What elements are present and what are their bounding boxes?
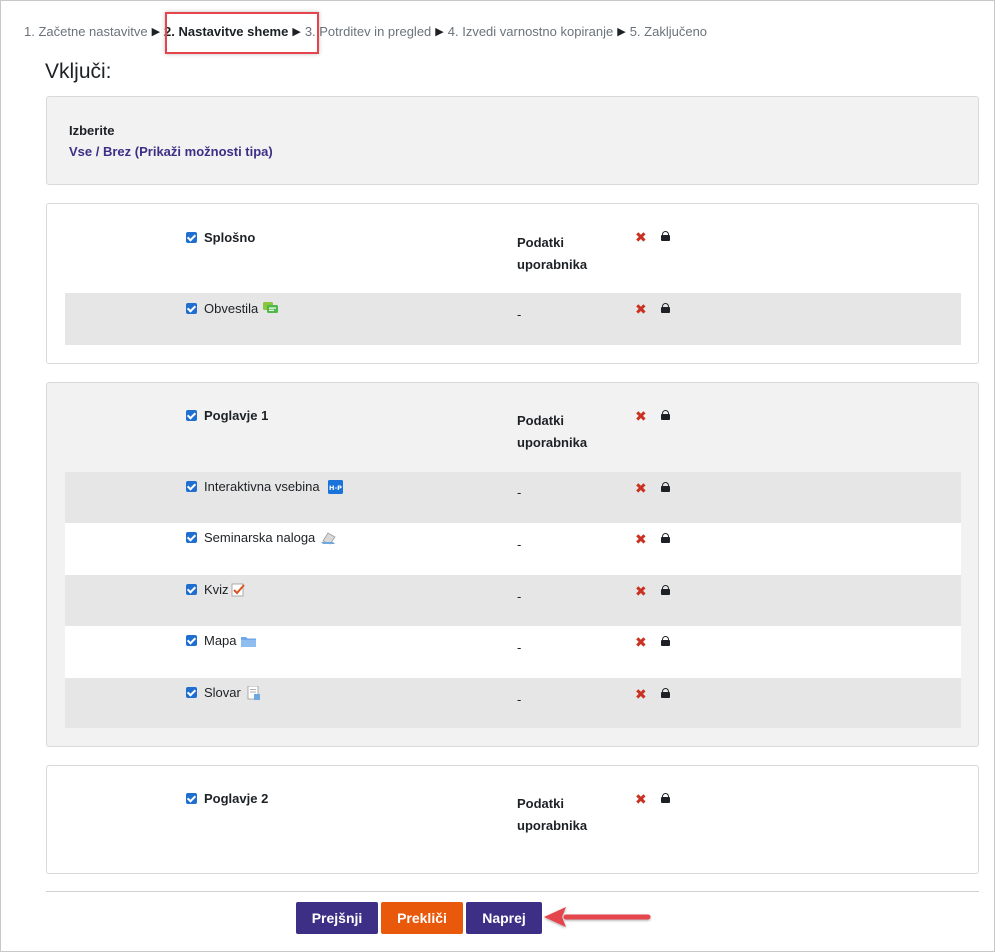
activity-row: Interaktivna vsebina H-P - ✖ xyxy=(65,472,961,523)
activity-row: Slovar - ✖ xyxy=(65,678,961,728)
step-schema-settings: 2. Nastavitve sheme xyxy=(164,24,289,39)
lock-icon xyxy=(661,303,670,313)
pointer-arrow-icon xyxy=(544,907,651,927)
user-data-label: Podatki uporabnika xyxy=(517,796,588,833)
glossary-icon xyxy=(247,686,260,700)
user-data-label: Podatki uporabnika xyxy=(517,235,588,272)
select-links: Vse / Brez (Prikaži možnosti tipa) xyxy=(69,144,273,159)
activity-row: Seminarska naloga - ✖ xyxy=(65,523,961,575)
lock-icon xyxy=(661,410,670,420)
user-data-dash: - xyxy=(517,307,522,322)
step-arrow-icon: ▶ xyxy=(151,26,161,38)
excluded-x-icon: ✖ xyxy=(635,686,647,702)
user-data-dash: - xyxy=(517,537,522,552)
user-data-dash: - xyxy=(517,589,522,604)
section-checkbox[interactable] xyxy=(186,232,197,243)
select-all-link[interactable]: Vse xyxy=(69,144,92,159)
activity-name: Obvestila xyxy=(204,301,259,316)
excluded-x-icon: ✖ xyxy=(635,634,647,650)
excluded-x-icon: ✖ xyxy=(635,408,647,424)
section-chapter-1: Poglavje 1 Podatki uporabnika ✖ Interakt… xyxy=(46,382,979,747)
select-options-box: Izberite Vse / Brez (Prikaži možnosti ti… xyxy=(46,96,979,185)
excluded-x-icon: ✖ xyxy=(635,791,647,807)
include-heading: Vključi: xyxy=(45,60,112,83)
activity-name: Mapa xyxy=(204,633,237,648)
h5p-icon: H-P xyxy=(328,480,343,494)
previous-button[interactable]: Prejšnji xyxy=(296,902,378,934)
section-checkbox[interactable] xyxy=(186,793,197,804)
excluded-x-icon: ✖ xyxy=(635,531,647,547)
activity-checkbox[interactable] xyxy=(186,303,197,314)
lock-icon xyxy=(661,688,670,698)
user-data-dash: - xyxy=(517,692,522,707)
footer-divider xyxy=(46,891,979,892)
activity-name: Interaktivna vsebina xyxy=(204,479,320,494)
show-type-options-link[interactable]: (Prikaži možnosti tipa) xyxy=(131,144,273,159)
step-initial-settings: 1. Začetne nastavitve xyxy=(24,24,148,39)
section-checkbox[interactable] xyxy=(186,410,197,421)
activity-row: Kviz - ✖ xyxy=(65,575,961,626)
user-data-dash: - xyxy=(517,640,522,655)
activity-checkbox[interactable] xyxy=(186,532,197,543)
folder-icon xyxy=(241,637,256,647)
cancel-button[interactable]: Prekliči xyxy=(381,902,463,934)
user-data-label: Podatki uporabnika xyxy=(517,413,588,450)
activity-checkbox[interactable] xyxy=(186,635,197,646)
activity-checkbox[interactable] xyxy=(186,584,197,595)
activity-name: Slovar xyxy=(204,685,241,700)
step-arrow-icon: ▶ xyxy=(292,26,301,38)
section-chapter-2: Poglavje 2 Podatki uporabnika ✖ xyxy=(46,765,979,874)
lock-icon xyxy=(661,482,670,492)
lock-icon xyxy=(661,636,670,646)
lock-icon xyxy=(661,533,670,543)
section-title: Poglavje 1 xyxy=(204,408,269,423)
lock-icon xyxy=(661,793,670,803)
excluded-x-icon: ✖ xyxy=(635,583,647,599)
excluded-x-icon: ✖ xyxy=(635,480,647,496)
select-separator: / xyxy=(92,144,103,159)
select-label: Izberite xyxy=(69,123,115,138)
assignment-icon xyxy=(321,532,336,545)
excluded-x-icon: ✖ xyxy=(635,301,647,317)
quiz-icon xyxy=(231,583,245,597)
activity-row: Mapa - ✖ xyxy=(65,626,961,678)
step-arrow-icon: ▶ xyxy=(617,26,626,38)
excluded-x-icon: ✖ xyxy=(635,229,647,245)
section-title: Poglavje 2 xyxy=(204,791,269,806)
select-none-link[interactable]: Brez xyxy=(103,144,131,159)
step-arrow-icon: ▶ xyxy=(435,26,444,38)
activity-checkbox[interactable] xyxy=(186,481,197,492)
svg-text:H-P: H-P xyxy=(329,484,342,492)
step-confirmation-review: 3. Potrditev in pregled xyxy=(304,24,432,39)
activity-name: Kviz xyxy=(204,582,229,597)
activity-row: Obvestila - ✖ xyxy=(65,293,961,345)
next-button[interactable]: Naprej xyxy=(466,902,542,934)
backup-stepper: 1. Začetne nastavitve ▶ 2. Nastavitve sh… xyxy=(24,24,707,39)
activity-name: Seminarska naloga xyxy=(204,530,316,545)
step-perform-backup: 4. Izvedi varnostno kopiranje xyxy=(447,24,614,39)
user-data-dash: - xyxy=(517,485,522,500)
section-title: Splošno xyxy=(204,230,256,245)
forum-icon xyxy=(263,302,278,313)
lock-icon xyxy=(661,231,670,241)
activity-checkbox[interactable] xyxy=(186,687,197,698)
lock-icon xyxy=(661,585,670,595)
section-general: Splošno Podatki uporabnika ✖ Obvestila -… xyxy=(46,203,979,364)
step-complete: 5. Zaključeno xyxy=(629,24,708,39)
